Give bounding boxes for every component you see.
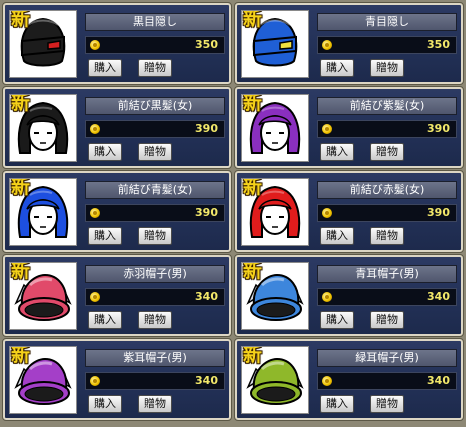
gift-button[interactable]: 贈物 xyxy=(370,311,404,329)
shop-item-card: 新 青目隠し 350 購入 贈物 xyxy=(234,2,464,85)
price-row: 390 xyxy=(317,204,457,222)
buy-button[interactable]: 購入 xyxy=(88,143,122,161)
item-price: 390 xyxy=(427,122,450,135)
gift-button[interactable]: 贈物 xyxy=(138,59,172,77)
item-thumbnail[interactable]: 新 xyxy=(241,262,309,330)
item-price: 350 xyxy=(427,38,450,51)
gift-button[interactable]: 贈物 xyxy=(370,227,404,245)
gift-button[interactable]: 贈物 xyxy=(370,395,404,413)
price-row: 340 xyxy=(85,288,225,306)
price-row: 340 xyxy=(317,372,457,390)
new-badge: 新 xyxy=(11,346,31,366)
new-badge: 新 xyxy=(11,262,31,282)
price-row: 350 xyxy=(85,36,225,54)
buy-button[interactable]: 購入 xyxy=(88,59,122,77)
new-badge: 新 xyxy=(243,10,263,30)
price-row: 390 xyxy=(85,204,225,222)
item-price: 390 xyxy=(195,122,218,135)
shop-item-card: 新 前結び黒髪(女) 390 購入 贈物 xyxy=(2,86,232,169)
shop-item-card: 新 黒目隠し 350 購入 贈物 xyxy=(2,2,232,85)
new-badge: 新 xyxy=(243,262,263,282)
coin-icon xyxy=(90,292,100,302)
price-row: 340 xyxy=(85,372,225,390)
buy-button[interactable]: 購入 xyxy=(320,59,354,77)
item-name: 青目隠し xyxy=(317,13,457,31)
shop-item-card: 新 青耳帽子(男) 340 購入 贈物 xyxy=(234,254,464,337)
new-badge: 新 xyxy=(11,94,31,114)
shop-item-card: 新 前結び赤髪(女) 390 購入 贈物 xyxy=(234,170,464,253)
item-thumbnail[interactable]: 新 xyxy=(9,346,77,414)
coin-icon xyxy=(322,124,332,134)
item-price: 350 xyxy=(195,38,218,51)
item-name: 前結び青髪(女) xyxy=(85,181,225,199)
item-price: 340 xyxy=(195,374,218,387)
item-price: 340 xyxy=(195,290,218,303)
item-price: 390 xyxy=(195,206,218,219)
item-thumbnail[interactable]: 新 xyxy=(9,94,77,162)
coin-icon xyxy=(90,40,100,50)
gift-button[interactable]: 贈物 xyxy=(138,143,172,161)
item-name: 赤羽帽子(男) xyxy=(85,265,225,283)
buy-button[interactable]: 購入 xyxy=(320,227,354,245)
new-badge: 新 xyxy=(243,346,263,366)
gift-button[interactable]: 贈物 xyxy=(138,395,172,413)
item-thumbnail[interactable]: 新 xyxy=(241,346,309,414)
coin-icon xyxy=(90,376,100,386)
price-row: 340 xyxy=(317,288,457,306)
item-thumbnail[interactable]: 新 xyxy=(241,178,309,246)
shop-item-card: 新 前結び青髪(女) 390 購入 贈物 xyxy=(2,170,232,253)
coin-icon xyxy=(90,208,100,218)
item-grid: 新 黒目隠し 350 購入 贈物 新 青目隠し 350 購入 贈物 新 前結び黒… xyxy=(2,2,464,421)
gift-button[interactable]: 贈物 xyxy=(370,59,404,77)
item-thumbnail[interactable]: 新 xyxy=(9,178,77,246)
price-row: 350 xyxy=(317,36,457,54)
shop-item-card: 新 紫耳帽子(男) 340 購入 贈物 xyxy=(2,338,232,421)
buy-button[interactable]: 購入 xyxy=(88,311,122,329)
item-name: 紫耳帽子(男) xyxy=(85,349,225,367)
new-badge: 新 xyxy=(11,10,31,30)
shop-item-card: 新 赤羽帽子(男) 340 購入 贈物 xyxy=(2,254,232,337)
coin-icon xyxy=(90,124,100,134)
new-badge: 新 xyxy=(243,178,263,198)
buy-button[interactable]: 購入 xyxy=(320,311,354,329)
item-name: 前結び紫髪(女) xyxy=(317,97,457,115)
item-name: 黒目隠し xyxy=(85,13,225,31)
price-row: 390 xyxy=(85,120,225,138)
item-thumbnail[interactable]: 新 xyxy=(241,94,309,162)
new-badge: 新 xyxy=(243,94,263,114)
coin-icon xyxy=(322,292,332,302)
item-price: 340 xyxy=(427,290,450,303)
shop-item-card: 新 前結び紫髪(女) 390 購入 贈物 xyxy=(234,86,464,169)
gift-button[interactable]: 贈物 xyxy=(138,227,172,245)
coin-icon xyxy=(322,40,332,50)
item-name: 前結び赤髪(女) xyxy=(317,181,457,199)
buy-button[interactable]: 購入 xyxy=(320,395,354,413)
item-thumbnail[interactable]: 新 xyxy=(9,262,77,330)
coin-icon xyxy=(322,208,332,218)
item-thumbnail[interactable]: 新 xyxy=(241,10,309,78)
item-name: 青耳帽子(男) xyxy=(317,265,457,283)
gift-button[interactable]: 贈物 xyxy=(370,143,404,161)
price-row: 390 xyxy=(317,120,457,138)
item-shop-panel: 新 黒目隠し 350 購入 贈物 新 青目隠し 350 購入 贈物 新 前結び黒… xyxy=(0,0,466,427)
buy-button[interactable]: 購入 xyxy=(88,395,122,413)
item-thumbnail[interactable]: 新 xyxy=(9,10,77,78)
item-name: 緑耳帽子(男) xyxy=(317,349,457,367)
item-name: 前結び黒髪(女) xyxy=(85,97,225,115)
gift-button[interactable]: 贈物 xyxy=(138,311,172,329)
item-price: 340 xyxy=(427,374,450,387)
new-badge: 新 xyxy=(11,178,31,198)
buy-button[interactable]: 購入 xyxy=(320,143,354,161)
coin-icon xyxy=(322,376,332,386)
shop-item-card: 新 緑耳帽子(男) 340 購入 贈物 xyxy=(234,338,464,421)
item-price: 390 xyxy=(427,206,450,219)
buy-button[interactable]: 購入 xyxy=(88,227,122,245)
